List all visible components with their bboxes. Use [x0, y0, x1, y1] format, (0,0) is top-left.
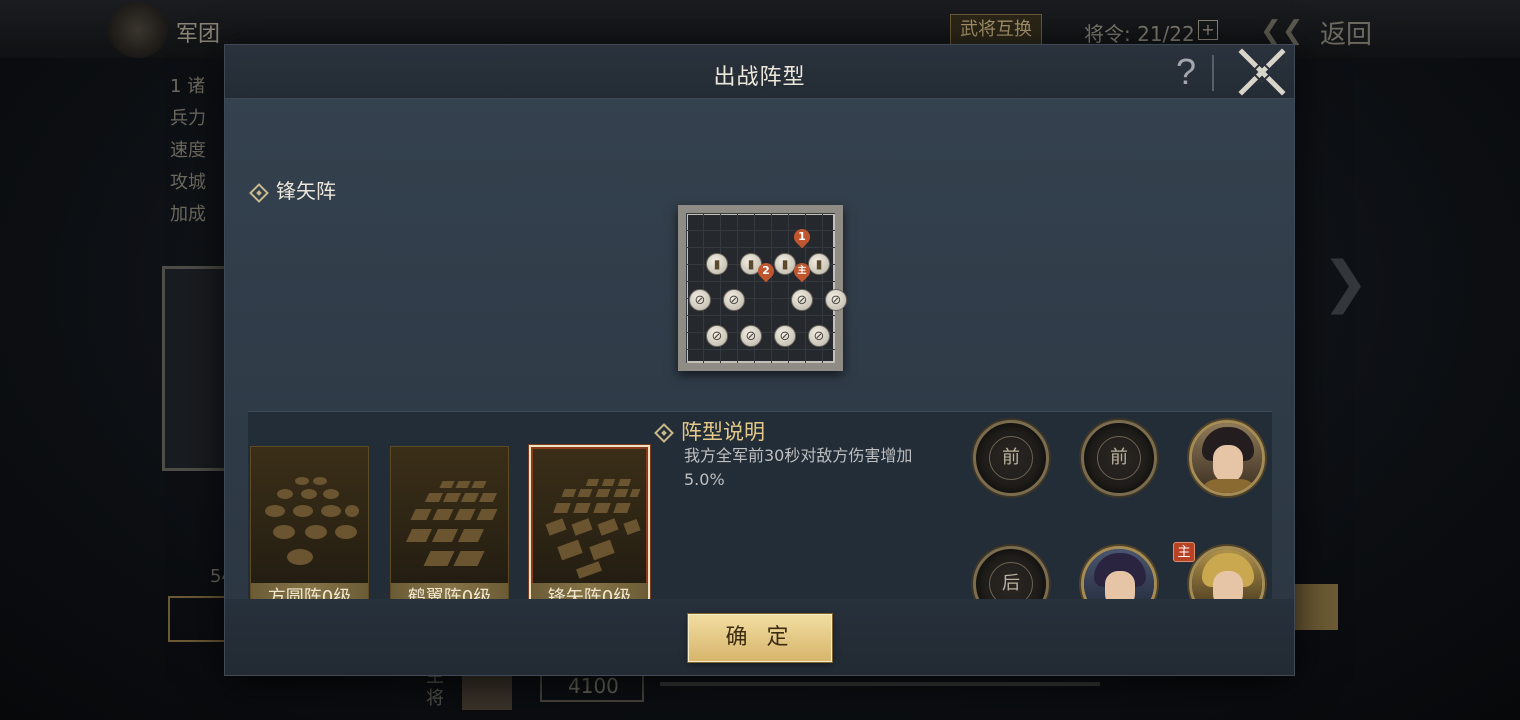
dialog-header: 出战阵型 ? [225, 45, 1294, 99]
formation-card-heyi[interactable]: 鹤翼阵0级 [390, 446, 509, 614]
slot-front-1[interactable]: 前 [973, 420, 1049, 496]
position-marker-1: 1 [790, 225, 814, 249]
formation-dialog: 出战阵型 ? 锋矢阵 ▮ ▮ ▮ ▮ ⊘ ⊘ ⊘ ⊘ ⊘ ⊘ ⊘ ⊘ 1 2 主… [225, 45, 1294, 675]
orders-counter: 将令: 21/22 [1084, 22, 1195, 46]
help-button[interactable]: ? [1169, 53, 1203, 91]
slot-label: 前 [1002, 447, 1020, 468]
archer-unit [774, 325, 796, 347]
stat-item: 1 诸 [170, 76, 206, 97]
back-label: 返回 [1320, 20, 1373, 50]
position-marker-2: 2 [754, 259, 778, 283]
slot-front-2[interactable]: 前 [1081, 420, 1157, 496]
background-right-button [1292, 584, 1338, 630]
archer-unit [825, 289, 847, 311]
troop-slider [660, 682, 1100, 686]
marker-label: 2 [762, 264, 770, 277]
formation-card-fangyuan[interactable]: 方圆阵0级 [250, 446, 369, 614]
header-divider [1212, 55, 1214, 91]
close-button[interactable] [1237, 47, 1287, 97]
current-formation-name: 锋矢阵 [276, 179, 336, 203]
marker-label: 主 [797, 266, 807, 276]
stat-item: 速度 [170, 140, 206, 161]
stat-item: 兵力 [170, 108, 206, 129]
marker-label: 1 [798, 230, 806, 243]
lord-badge: 主 [1173, 542, 1195, 562]
formation-card-fengshi[interactable]: 锋矢阵0级 [529, 445, 650, 615]
portrait-armor [1198, 479, 1260, 493]
background-left-button [168, 596, 230, 642]
back-button[interactable]: ❮❮ 返回 [1260, 10, 1400, 50]
background-title: 军团 [176, 22, 221, 47]
formation-description-title: 阵型说明 [654, 416, 765, 446]
crane-wing-formation-icon [401, 477, 499, 577]
confirm-button[interactable]: 确 定 [688, 614, 832, 662]
general-portrait-1[interactable] [1189, 420, 1265, 496]
arrowhead-formation-icon [541, 477, 641, 579]
slot-label: 前 [1110, 447, 1128, 468]
archer-unit [706, 325, 728, 347]
infantry-unit [706, 253, 728, 275]
background-board [162, 266, 232, 471]
stat-item: 攻城 [170, 172, 206, 193]
diamond-icon [654, 423, 674, 443]
close-icon [1238, 48, 1286, 96]
formation-board: 1 2 主 [678, 205, 847, 371]
background-stats: 1 诸 兵力 速度 攻城 加成 [170, 72, 230, 252]
swap-generals-button[interactable]: 武将互换 [950, 14, 1042, 46]
general-avatar [462, 670, 512, 710]
archer-unit [723, 289, 745, 311]
archer-unit [740, 325, 762, 347]
square-circle-formation-icon [261, 477, 359, 577]
next-arrow-icon: ❯ [1322, 250, 1369, 315]
infantry-unit [808, 253, 830, 275]
add-orders-button[interactable]: + [1198, 20, 1218, 40]
archer-unit [808, 325, 830, 347]
dialog-footer: 确 定 [225, 599, 1294, 675]
description-title-text: 阵型说明 [681, 420, 765, 444]
portrait-face [1213, 445, 1243, 483]
dialog-title: 出战阵型 [713, 65, 806, 90]
archer-unit [689, 289, 711, 311]
current-formation-heading: 锋矢阵 [249, 175, 336, 204]
stat-item: 加成 [170, 204, 206, 225]
diamond-icon [249, 182, 269, 203]
position-marker-lord: 主 [790, 259, 814, 283]
formation-description-text: 我方全军前30秒对敌方伤害增加5.0% [684, 446, 913, 489]
back-arrow-icon: ❮❮ [1260, 16, 1304, 46]
legion-emblem-icon [108, 2, 168, 58]
archer-unit [791, 289, 813, 311]
dialog-body: 锋矢阵 1 2 [225, 99, 1294, 647]
